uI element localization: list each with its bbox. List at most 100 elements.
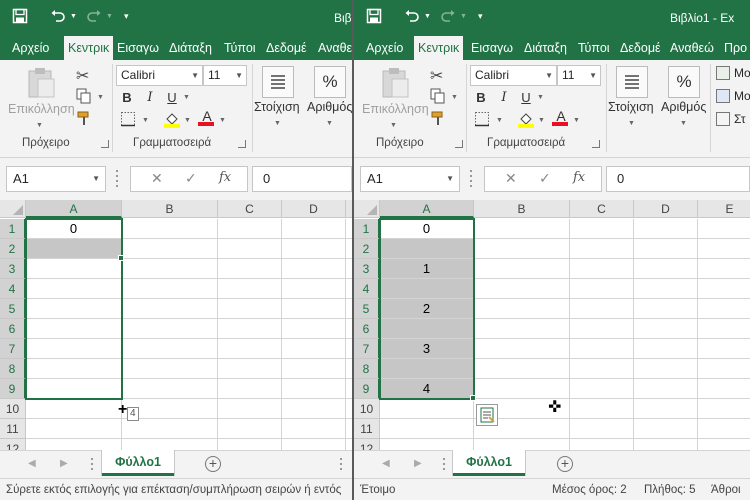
fill-color-icon[interactable] bbox=[517, 110, 535, 128]
paste-label[interactable]: Επικόλληση bbox=[8, 102, 75, 116]
row-header-9[interactable]: 9 bbox=[354, 379, 380, 399]
customize-qat-icon[interactable]: ▾ bbox=[478, 11, 498, 31]
format-as-table-label[interactable]: Μο bbox=[734, 89, 750, 103]
formula-input[interactable]: 0 bbox=[606, 166, 750, 192]
number-label[interactable]: Αριθμός bbox=[661, 100, 706, 114]
cell-a1[interactable]: 0 bbox=[26, 219, 122, 239]
column-header-c[interactable]: C bbox=[570, 200, 634, 218]
alignment-icon[interactable] bbox=[616, 66, 648, 98]
tab-file[interactable]: Αρχείο bbox=[8, 36, 53, 60]
row-header-12[interactable]: 12 bbox=[354, 439, 380, 450]
cell-styles-label[interactable]: Στ bbox=[734, 112, 746, 126]
tab-insert[interactable]: Εισαγω bbox=[113, 36, 163, 60]
column-header-a[interactable]: A bbox=[26, 200, 122, 218]
font-launcher-icon[interactable] bbox=[592, 140, 600, 148]
row-header-7[interactable]: 7 bbox=[354, 339, 380, 359]
previous-sheet-icon[interactable]: ◀ bbox=[382, 458, 390, 469]
alignment-dropdown-icon[interactable]: ▼ bbox=[628, 120, 635, 127]
row-header-4[interactable]: 4 bbox=[0, 279, 26, 299]
alignment-label[interactable]: Στοίχιση bbox=[608, 100, 654, 114]
row-header-4[interactable]: 4 bbox=[354, 279, 380, 299]
alignment-dropdown-icon[interactable]: ▼ bbox=[274, 120, 281, 127]
cell-a5[interactable] bbox=[26, 299, 122, 319]
cell-a8[interactable] bbox=[380, 359, 474, 379]
paste-icon[interactable] bbox=[24, 66, 58, 100]
cell-a7[interactable]: 3 bbox=[380, 339, 474, 359]
cell-a2[interactable] bbox=[380, 239, 474, 259]
next-sheet-icon[interactable]: ▶ bbox=[60, 458, 68, 469]
number-label[interactable]: Αριθμός bbox=[307, 100, 352, 114]
underline-dropdown-icon[interactable]: ▼ bbox=[537, 94, 544, 101]
row-header-7[interactable]: 7 bbox=[0, 339, 26, 359]
undo-icon[interactable] bbox=[404, 8, 424, 28]
copy-icon[interactable] bbox=[430, 88, 446, 104]
redo-dropdown-icon[interactable]: ▼ bbox=[460, 13, 480, 33]
row-header-1[interactable]: 1 bbox=[0, 219, 26, 239]
worksheet-grid[interactable]: A B C D E 1 2 3 4 5 6 7 8 9 10 11 12 0 1… bbox=[354, 200, 750, 450]
conditional-formatting-icon[interactable] bbox=[716, 66, 730, 80]
undo-icon[interactable] bbox=[50, 8, 70, 28]
format-as-table-icon[interactable] bbox=[716, 89, 730, 103]
cell-a12[interactable] bbox=[380, 439, 474, 450]
new-sheet-icon[interactable]: + bbox=[205, 456, 221, 472]
row-header-8[interactable]: 8 bbox=[354, 359, 380, 379]
row-header-6[interactable]: 6 bbox=[354, 319, 380, 339]
format-painter-icon[interactable] bbox=[430, 110, 446, 126]
paste-label[interactable]: Επικόλληση bbox=[362, 102, 429, 116]
tab-review[interactable]: Αναθε bbox=[314, 36, 352, 60]
row-header-5[interactable]: 5 bbox=[354, 299, 380, 319]
paste-icon[interactable] bbox=[378, 66, 412, 100]
select-all-button[interactable] bbox=[0, 200, 26, 218]
cell-a10[interactable] bbox=[26, 399, 122, 419]
cell-a9[interactable]: 4 bbox=[380, 379, 474, 399]
font-name-combo[interactable]: Calibri ▼ bbox=[470, 65, 557, 86]
formula-input[interactable]: 0 bbox=[252, 166, 352, 192]
font-size-combo[interactable]: 11 ▼ bbox=[203, 65, 247, 86]
row-header-12[interactable]: 12 bbox=[0, 439, 26, 450]
bold-button[interactable]: B bbox=[472, 88, 490, 108]
number-format-icon[interactable]: % bbox=[668, 66, 700, 98]
tab-data[interactable]: Δεδομέ bbox=[262, 36, 311, 60]
tab-data[interactable]: Δεδομέ bbox=[616, 36, 665, 60]
cell-a1[interactable]: 0 bbox=[380, 219, 474, 239]
formula-bar-splitter[interactable] bbox=[470, 170, 473, 188]
cut-icon[interactable]: ✂ bbox=[430, 66, 443, 86]
enter-icon[interactable]: ✓ bbox=[185, 170, 197, 187]
enter-icon[interactable]: ✓ bbox=[539, 170, 551, 187]
insert-function-icon[interactable]: fx bbox=[573, 170, 585, 185]
column-header-e[interactable]: E bbox=[698, 200, 750, 218]
font-color-dropdown-icon[interactable]: ▼ bbox=[219, 117, 226, 124]
sheet-tab-fyllo1[interactable]: Φύλλο1 bbox=[453, 450, 525, 476]
number-format-icon[interactable]: % bbox=[314, 66, 346, 98]
cell-a3[interactable]: 1 bbox=[380, 259, 474, 279]
number-dropdown-icon[interactable]: ▼ bbox=[326, 120, 333, 127]
scroll-splitter[interactable] bbox=[340, 458, 342, 472]
underline-button[interactable]: U bbox=[163, 88, 181, 108]
tab-view[interactable]: Προ bbox=[720, 36, 750, 60]
cells-b-to-d[interactable] bbox=[122, 219, 352, 450]
name-box[interactable]: A1 ▼ bbox=[360, 166, 460, 192]
select-all-button[interactable] bbox=[354, 200, 380, 218]
cell-a7[interactable] bbox=[26, 339, 122, 359]
cut-icon[interactable]: ✂ bbox=[76, 66, 89, 86]
redo-icon[interactable] bbox=[440, 8, 460, 28]
next-sheet-icon[interactable]: ▶ bbox=[414, 458, 422, 469]
column-header-d[interactable]: D bbox=[634, 200, 698, 218]
column-header-b[interactable]: B bbox=[122, 200, 218, 218]
paste-dropdown-icon[interactable]: ▼ bbox=[36, 122, 43, 129]
tab-home[interactable]: Κεντρικ bbox=[64, 36, 114, 60]
column-header-d[interactable]: D bbox=[282, 200, 346, 218]
italic-button[interactable]: I bbox=[495, 88, 513, 108]
cancel-icon[interactable]: ✕ bbox=[505, 170, 517, 187]
conditional-formatting-label[interactable]: Μο bbox=[734, 66, 750, 80]
auto-fill-options-button[interactable] bbox=[476, 404, 498, 426]
borders-icon[interactable] bbox=[474, 111, 492, 127]
fill-handle[interactable] bbox=[470, 395, 476, 401]
cell-a4[interactable] bbox=[380, 279, 474, 299]
cell-a2[interactable] bbox=[26, 239, 122, 259]
row-header-1[interactable]: 1 bbox=[354, 219, 380, 239]
redo-dropdown-icon[interactable]: ▼ bbox=[106, 13, 126, 33]
cancel-icon[interactable]: ✕ bbox=[151, 170, 163, 187]
cell-a11[interactable] bbox=[380, 419, 474, 439]
cell-a5[interactable]: 2 bbox=[380, 299, 474, 319]
